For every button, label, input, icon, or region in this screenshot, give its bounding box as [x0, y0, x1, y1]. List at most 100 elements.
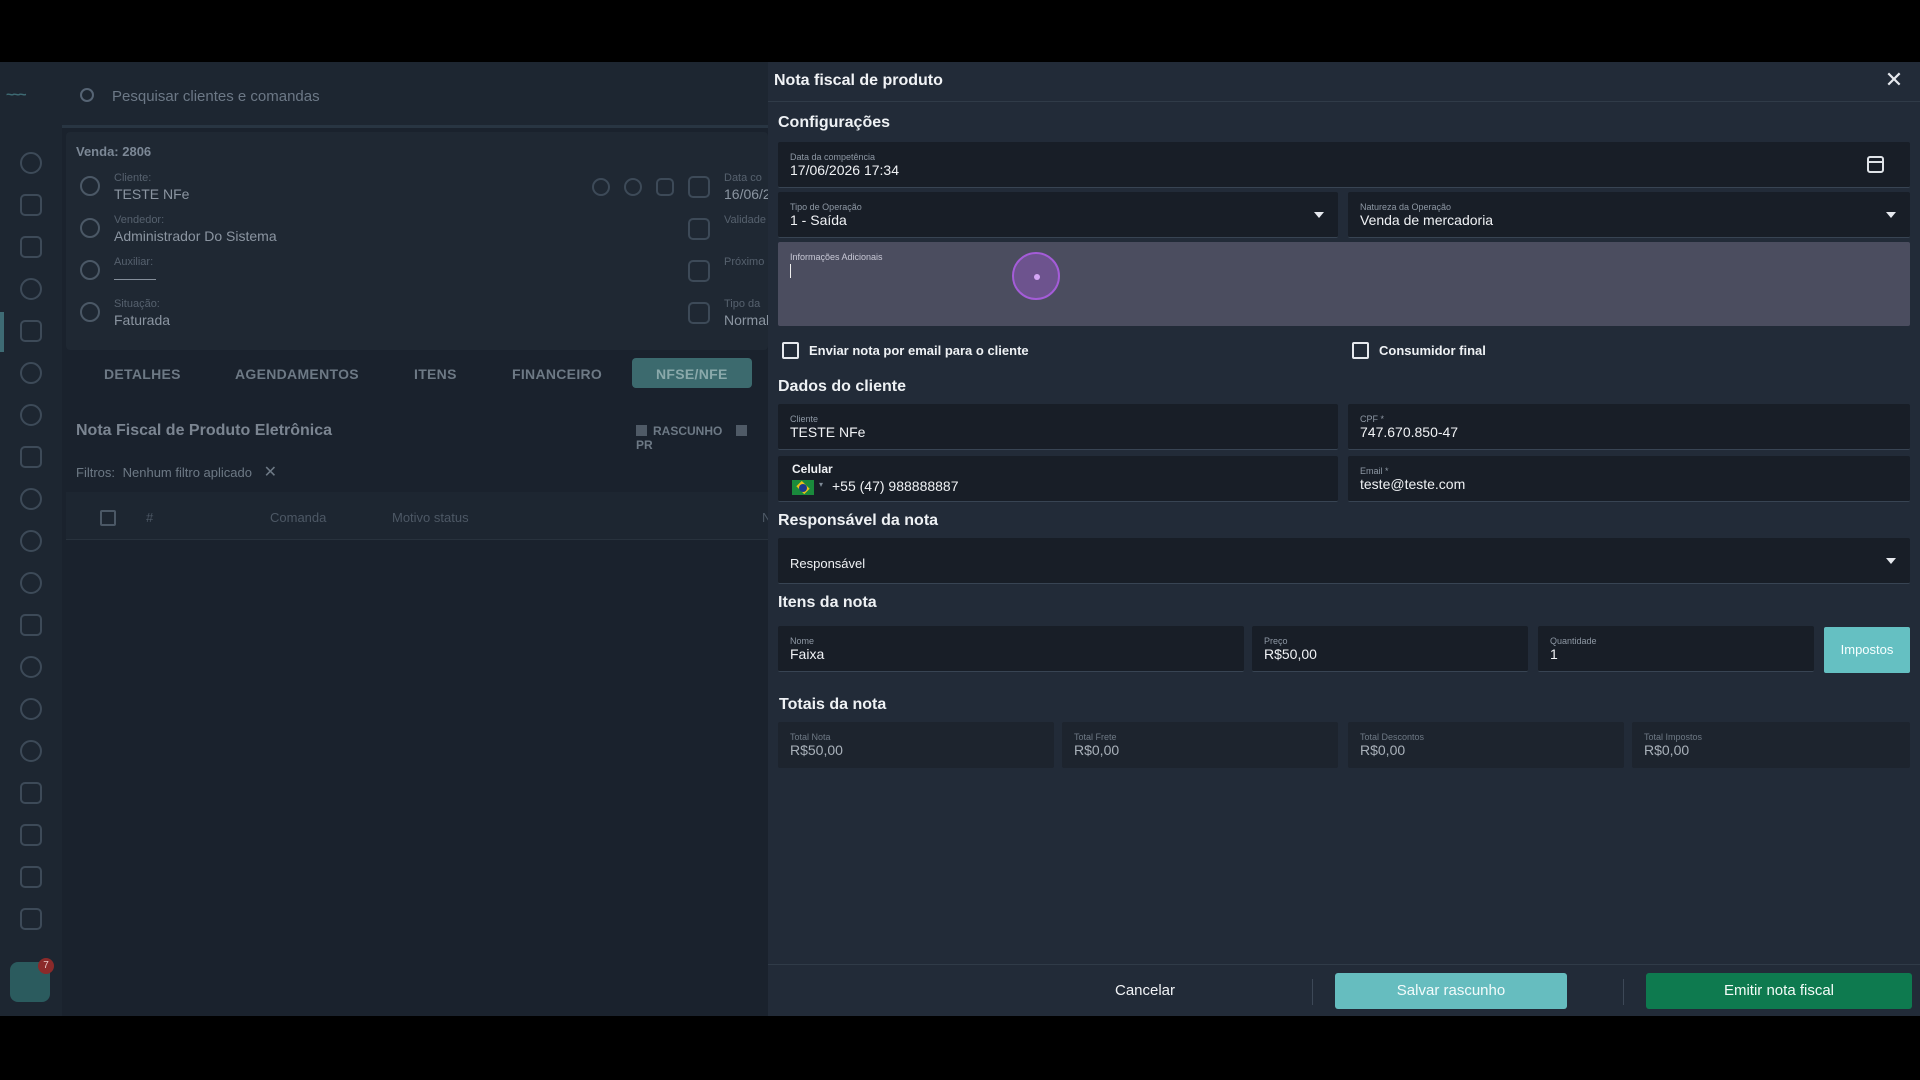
text-cursor [790, 264, 791, 278]
sidebar-active-indicator [0, 312, 4, 352]
checkbox-icon [782, 342, 799, 359]
tab-agendamentos[interactable]: AGENDAMENTOS [235, 366, 359, 382]
responsavel-select[interactable]: Responsável [778, 538, 1910, 584]
config-section-title: Configurações [778, 114, 891, 131]
clock-calendar-icon [688, 218, 710, 240]
sale-seller: Vendedor: Administrador Do Sistema [114, 214, 277, 244]
data-competencia-field[interactable]: Data da competência 17/06/2026 17:34 [778, 142, 1910, 188]
total-nota: Total Nota R$50,00 [778, 722, 1054, 768]
dollar-circle-icon [80, 302, 100, 322]
impostos-button[interactable]: Impostos [1824, 627, 1910, 673]
grid-icon[interactable] [20, 698, 42, 720]
column-number: # [146, 510, 154, 525]
natureza-operacao-select[interactable]: Natureza da Operação Venda de mercadoria [1348, 192, 1910, 238]
search-icon[interactable] [20, 152, 42, 174]
edit-icon[interactable] [656, 178, 674, 196]
chevron-down-icon [1314, 212, 1324, 218]
pending-legend-swatch [735, 425, 747, 436]
sale-title: Venda: 2806 [76, 144, 152, 159]
total-impostos: Total Impostos R$0,00 [1632, 722, 1910, 768]
clear-filters-icon[interactable]: ✕ [264, 464, 277, 481]
gear-icon[interactable] [20, 740, 42, 762]
sale-tabs: DETALHES AGENDAMENTOS ITENS FINANCEIRO N… [66, 358, 768, 398]
footer-divider [1623, 979, 1624, 1005]
item-preco-field[interactable]: Preço R$50,00 [1252, 626, 1528, 672]
chart-icon[interactable] [20, 446, 42, 468]
sales-icon[interactable] [20, 320, 42, 342]
file-icon[interactable] [20, 908, 42, 930]
close-icon[interactable]: ✕ [1882, 68, 1906, 92]
lightbulb-icon[interactable] [20, 278, 42, 300]
itens-section-title: Itens da nota [778, 594, 877, 611]
server-icon[interactable] [20, 866, 42, 888]
store-icon[interactable] [20, 782, 42, 804]
coin-icon[interactable] [20, 572, 42, 594]
tipo-operacao-select[interactable]: Tipo de Operação 1 - Saída [778, 192, 1338, 238]
sidebar: ~~~ 7 [0, 62, 62, 1016]
sale-type: Tipo da Normal [724, 298, 768, 328]
add-user-icon [80, 218, 100, 238]
home-icon[interactable] [20, 194, 42, 216]
brazil-flag-icon[interactable] [792, 480, 814, 495]
modal-title: Nota fiscal de produto [774, 72, 943, 89]
calendar-icon[interactable] [20, 236, 42, 258]
search-placeholder: Pesquisar clientes e comandas [112, 88, 320, 105]
emit-invoice-button[interactable]: Emitir nota fiscal [1646, 973, 1912, 1009]
nfe-modal: Nota fiscal de produto ✕ Configurações D… [768, 62, 1920, 1016]
package-icon[interactable] [20, 656, 42, 678]
enviar-email-checkbox[interactable]: Enviar nota por email para o cliente [782, 342, 1029, 359]
chevron-down-icon [1886, 558, 1896, 564]
total-descontos: Total Descontos R$0,00 [1348, 722, 1624, 768]
tab-financeiro[interactable]: FINANCEIRO [512, 366, 602, 382]
tab-itens[interactable]: ITENS [414, 366, 457, 382]
informacoes-adicionais-textarea[interactable]: Informações Adicionais [778, 242, 1910, 326]
draft-legend-swatch [636, 425, 647, 436]
calendar-check-icon [688, 260, 710, 282]
item-nome-field[interactable]: Nome Faixa [778, 626, 1244, 672]
eye-icon[interactable] [624, 178, 642, 196]
celular-field[interactable]: Celular ▾ +55 (47) 988888887 [778, 456, 1338, 502]
tab-detalhes[interactable]: DETALHES [104, 366, 181, 382]
filters-bar: Filtros: Nenhum filtro aplicado ✕ [76, 464, 278, 481]
document-icon[interactable] [20, 614, 42, 636]
cpf-field[interactable]: CPF * 747.670.850-47 [1348, 404, 1910, 450]
nfe-table-header: # Comanda Motivo status N [66, 492, 768, 540]
sale-status: Situação: Faturada [114, 298, 171, 328]
responsavel-section-title: Responsável da nota [778, 512, 939, 529]
letterbox-bottom [0, 1016, 1920, 1080]
modal-header: Nota fiscal de produto ✕ [768, 62, 1920, 102]
total-frete: Total Frete R$0,00 [1062, 722, 1338, 768]
chevron-down-icon: ▾ [819, 480, 824, 489]
sale-assistant: Auxiliar: ——— [114, 256, 156, 286]
whatsapp-icon[interactable] [592, 178, 610, 196]
save-draft-button[interactable]: Salvar rascunho [1335, 973, 1567, 1009]
calendar-icon [688, 176, 710, 198]
global-search[interactable]: Pesquisar clientes e comandas [62, 62, 768, 128]
person-icon [80, 176, 100, 196]
wrench-icon[interactable] [20, 824, 42, 846]
sale-client: Cliente: TESTE NFe [114, 172, 190, 202]
modal-footer: Cancelar Salvar rascunho Emitir nota fis… [768, 964, 1920, 1016]
click-indicator [1012, 252, 1060, 300]
target-icon[interactable] [20, 362, 42, 384]
chevron-down-icon [1886, 212, 1896, 218]
totais-section-title: Totais da nota [779, 696, 887, 713]
sale-date: Data co 16/06/2 [724, 172, 768, 202]
checkbox-icon [1352, 342, 1369, 359]
email-field[interactable]: Email * teste@teste.com [1348, 456, 1910, 502]
column-comanda: Comanda [270, 510, 327, 525]
cancel-button[interactable]: Cancelar [1070, 973, 1220, 1009]
select-all-checkbox[interactable] [100, 510, 116, 526]
play-icon[interactable] [20, 530, 42, 552]
group-icon [80, 260, 100, 280]
tab-nfse-nfe[interactable]: NFSE/NFE [632, 358, 752, 388]
calendar-icon[interactable] [1867, 156, 1884, 173]
letterbox-top [0, 0, 1920, 62]
dollar-icon[interactable] [20, 488, 42, 510]
chat-badge: 7 [38, 958, 54, 974]
user-icon[interactable] [20, 404, 42, 426]
cliente-field[interactable]: Cliente TESTE NFe [778, 404, 1338, 450]
item-quantidade-field[interactable]: Quantidade 1 [1538, 626, 1814, 672]
nfe-section-title: Nota Fiscal de Produto Eletrônica [76, 422, 333, 439]
consumidor-final-checkbox[interactable]: Consumidor final [1352, 342, 1486, 359]
